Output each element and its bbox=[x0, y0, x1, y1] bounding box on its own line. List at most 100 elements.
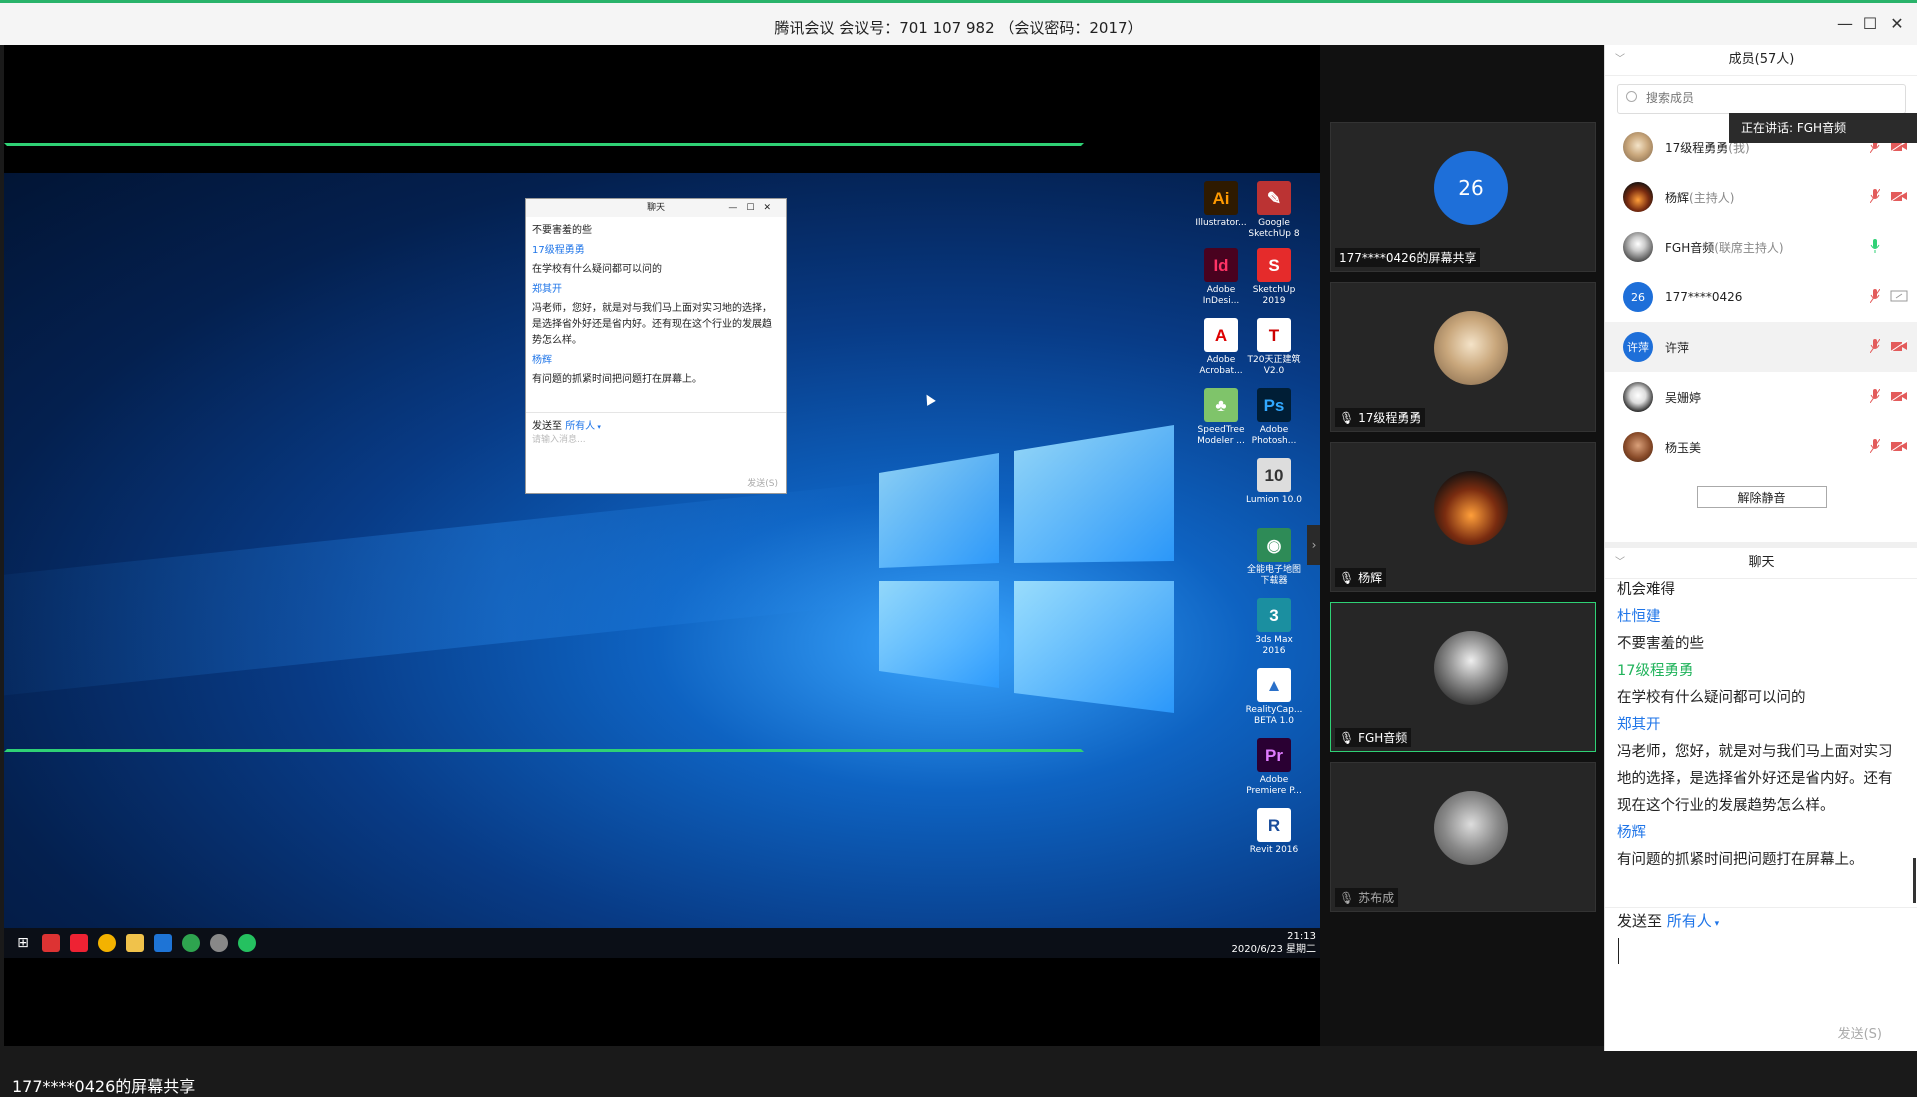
camera-off-icon[interactable] bbox=[1889, 189, 1909, 203]
desktop-icon[interactable]: Id Adobe InDesi... bbox=[1191, 248, 1251, 307]
share-label: 177****0426的屏幕共享 bbox=[12, 1077, 196, 1096]
mic-off-icon[interactable] bbox=[1869, 338, 1881, 354]
tile-caption-text: 杨辉 bbox=[1358, 571, 1383, 585]
shared-chat-title-bar: 聊天 —☐✕ bbox=[526, 199, 786, 217]
send-to-label: 发送至 bbox=[1617, 912, 1663, 930]
taskbar-app-icon[interactable] bbox=[154, 934, 172, 952]
member-name: 177****0426 bbox=[1665, 290, 1743, 304]
start-button-icon[interactable]: ⊞ bbox=[14, 934, 32, 952]
chat-sender-name: 杜恒建 bbox=[1617, 609, 1661, 625]
member-row[interactable]: 吴姗婷 bbox=[1605, 372, 1917, 422]
app-icon: Ai bbox=[1204, 181, 1238, 215]
avatar bbox=[1434, 311, 1508, 385]
app-icon: ◉ bbox=[1257, 528, 1291, 562]
avatar bbox=[1434, 791, 1508, 865]
desktop-icon[interactable]: ✎ Google SketchUp 8 bbox=[1244, 181, 1304, 240]
shared-send-to-label: 发送至 bbox=[532, 421, 562, 432]
mic-off-icon[interactable] bbox=[1869, 188, 1881, 204]
mic-icon: 🎙 bbox=[1339, 731, 1355, 745]
desktop-icon-label: Adobe Premiere P... bbox=[1246, 775, 1302, 796]
title-bar: 腾讯会议 会议号：701 107 982 （会议密码：2017） — ☐ ✕ bbox=[0, 0, 1917, 45]
clock-date: 2020/6/23 星期二 bbox=[1231, 944, 1316, 955]
search-icon bbox=[1626, 91, 1637, 102]
desktop-icon-label: T20天正建筑 V2.0 bbox=[1247, 355, 1301, 376]
video-tile[interactable]: 🎙 FGH音频 bbox=[1330, 602, 1596, 752]
desktop-icon[interactable]: ▲ RealityCap... BETA 1.0 bbox=[1244, 668, 1304, 727]
mic-off-icon[interactable] bbox=[1869, 288, 1881, 304]
desktop-icon-label: Revit 2016 bbox=[1249, 845, 1299, 855]
close-icon[interactable]: ✕ bbox=[1886, 13, 1908, 35]
member-row[interactable]: 杨辉 (主持人) bbox=[1605, 172, 1917, 222]
side-panel: ﹀ 成员(57人) 17级程勇勇(我)杨辉(主持人)FGH音频(联席主持人)26… bbox=[1604, 45, 1917, 1051]
mic-off-icon[interactable] bbox=[1869, 388, 1881, 404]
video-tile[interactable]: 26 177****0426的屏幕共享 bbox=[1330, 122, 1596, 272]
send-button[interactable]: 发送(S) bbox=[1838, 1023, 1882, 1042]
mic-on-icon[interactable] bbox=[1870, 239, 1880, 253]
collapse-arrow-icon[interactable]: › bbox=[1307, 525, 1321, 565]
member-search-input[interactable] bbox=[1644, 90, 1848, 106]
member-search[interactable] bbox=[1617, 84, 1906, 114]
desktop-icon[interactable]: 10 Lumion 10.0 bbox=[1244, 458, 1304, 506]
shared-chat-window-buttons: —☐✕ bbox=[728, 203, 780, 213]
member-row[interactable]: 许萍 许萍 bbox=[1605, 322, 1917, 372]
avatar bbox=[1434, 631, 1508, 705]
file-explorer-icon[interactable] bbox=[126, 934, 144, 952]
chat-input-divider bbox=[1605, 907, 1917, 908]
send-to-target[interactable]: 所有人 bbox=[1667, 912, 1712, 930]
desktop-icon-label: 3ds Max 2016 bbox=[1255, 635, 1293, 656]
app-icon: S bbox=[1257, 248, 1291, 282]
chat-sender-name: 郑其开 bbox=[1617, 717, 1661, 733]
chat-input-caret[interactable] bbox=[1618, 938, 1619, 964]
desktop-icon[interactable]: S SketchUp 2019 bbox=[1244, 248, 1304, 307]
chat-header[interactable]: ﹀ 聊天 bbox=[1605, 548, 1917, 579]
avatar bbox=[1434, 471, 1508, 545]
chat-title: 聊天 bbox=[1748, 555, 1775, 570]
mic-icon: 🎙 bbox=[1339, 571, 1355, 585]
video-tile[interactable]: 🎙 17级程勇勇 bbox=[1330, 282, 1596, 432]
member-row[interactable]: 杨玉美 bbox=[1605, 422, 1917, 472]
chat-sender-name: 郑其开 bbox=[532, 284, 562, 295]
chat-sender-name: 杨辉 bbox=[532, 355, 552, 366]
chat-message-text: 机会难得 bbox=[1617, 582, 1675, 598]
desktop-icon[interactable]: R Revit 2016 bbox=[1244, 808, 1304, 856]
desktop-icon[interactable]: Ai Illustrator... bbox=[1191, 181, 1251, 229]
desktop-icon[interactable]: Pr Adobe Premiere P... bbox=[1244, 738, 1304, 797]
member-name: 杨辉 bbox=[1665, 190, 1690, 205]
chat-scrollbar[interactable] bbox=[1913, 858, 1916, 903]
desktop-icon[interactable]: ♣ SpeedTree Modeler ... bbox=[1191, 388, 1251, 447]
chrome-icon[interactable] bbox=[98, 934, 116, 952]
video-tile[interactable]: 🎙 杨辉 bbox=[1330, 442, 1596, 592]
taskbar-app-icon[interactable] bbox=[70, 934, 88, 952]
camera-off-icon[interactable] bbox=[1889, 439, 1909, 453]
desktop-icon[interactable]: ◉ 全能电子地图下载器 bbox=[1244, 528, 1304, 587]
minimize-icon[interactable]: — bbox=[1834, 13, 1856, 35]
desktop-icon[interactable]: Ps Adobe Photosh... bbox=[1244, 388, 1304, 447]
video-tile[interactable]: 🎙 苏布成 bbox=[1330, 762, 1596, 912]
desktop-icon-label: RealityCap... BETA 1.0 bbox=[1245, 705, 1303, 726]
mic-off-icon[interactable] bbox=[1869, 438, 1881, 454]
wechat-icon[interactable] bbox=[238, 934, 256, 952]
taskbar-app-icon[interactable] bbox=[182, 934, 200, 952]
member-name: 杨玉美 bbox=[1665, 440, 1702, 455]
screen-share-icon[interactable] bbox=[1890, 290, 1908, 302]
member-row[interactable]: FGH音频 (联席主持人) bbox=[1605, 222, 1917, 272]
desktop-icon[interactable]: T T20天正建筑 V2.0 bbox=[1244, 318, 1304, 377]
desktop-icon[interactable]: 3 3ds Max 2016 bbox=[1244, 598, 1304, 657]
shared-send-to-target: 所有人 bbox=[565, 421, 596, 432]
chevron-down-icon[interactable]: ﹀ bbox=[1615, 45, 1625, 75]
member-name: 吴姗婷 bbox=[1665, 390, 1702, 405]
member-row[interactable]: 26 177****0426 bbox=[1605, 272, 1917, 322]
camera-off-icon[interactable] bbox=[1889, 339, 1909, 353]
camera-off-icon[interactable] bbox=[1889, 389, 1909, 403]
app-icon: ✎ bbox=[1257, 181, 1291, 215]
taskbar-clock: 21:13 2020/6/23 星期二 bbox=[1232, 930, 1316, 956]
members-header[interactable]: ﹀ 成员(57人) bbox=[1605, 45, 1917, 76]
taskbar-app-icon[interactable] bbox=[42, 934, 60, 952]
unmute-button[interactable]: 解除静音 bbox=[1696, 486, 1827, 508]
taskbar-app-icon[interactable] bbox=[210, 934, 228, 952]
desktop-icon[interactable]: A Adobe Acrobat... bbox=[1191, 318, 1251, 377]
shared-chat-send-bar: 发送至 所有人 ▾ 请输入消息... bbox=[526, 412, 786, 449]
maximize-icon[interactable]: ☐ bbox=[1859, 13, 1881, 35]
chat-send-to[interactable]: 发送至 所有人 ▾ bbox=[1617, 910, 1719, 931]
chevron-down-icon[interactable]: ﹀ bbox=[1615, 548, 1625, 578]
